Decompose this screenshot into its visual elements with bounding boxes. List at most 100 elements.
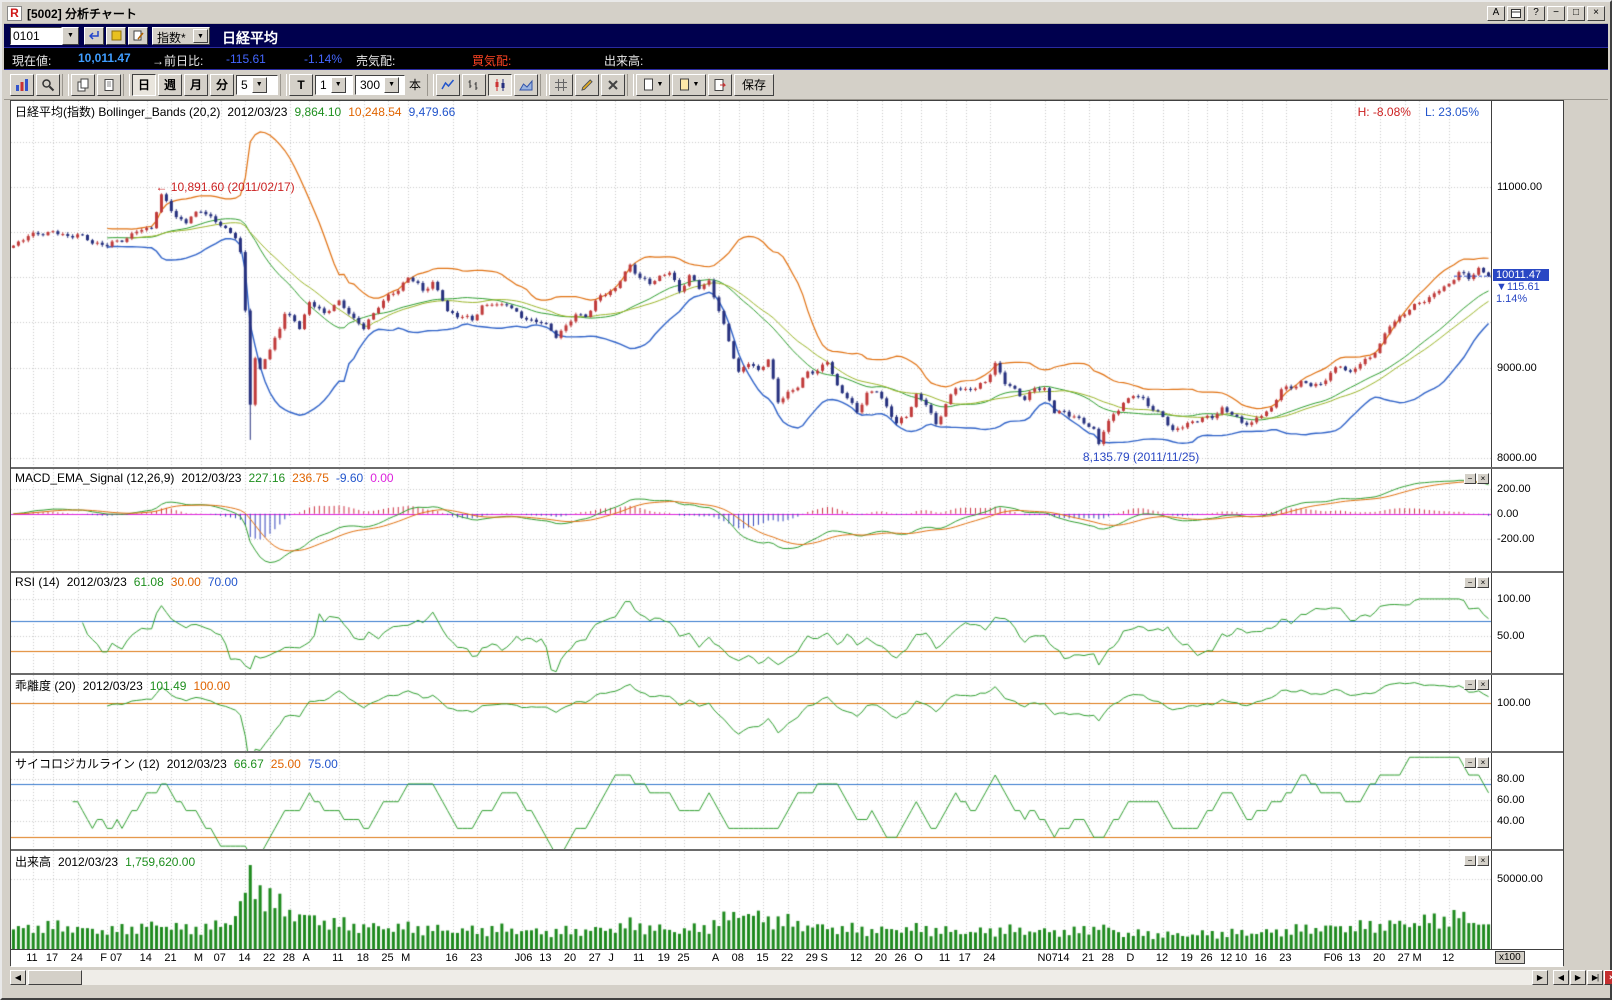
- erase-drawing-button[interactable]: [601, 74, 625, 96]
- macd-panel: MACD_EMA_Signal (12,26,9)2012/03/23227.1…: [11, 467, 1563, 571]
- panel-minimize-button[interactable]: −: [1464, 757, 1476, 768]
- x-axis-label: 10: [1235, 952, 1247, 964]
- low-annotation: 8,135.79 (2011/11/25): [1083, 450, 1199, 464]
- x-axis-label: 13: [539, 952, 551, 964]
- volume-chart-canvas[interactable]: [11, 851, 1492, 949]
- instrument-type-select[interactable]: 指数* ▼: [152, 27, 210, 45]
- memo-button[interactable]: [128, 27, 148, 45]
- panel-close-button[interactable]: ×: [1477, 473, 1489, 484]
- close-button[interactable]: ×: [1587, 6, 1605, 21]
- panel-close-button[interactable]: ×: [1477, 757, 1489, 768]
- axis-tick-label: 80.00: [1497, 773, 1525, 785]
- x-axis-label: 29: [806, 952, 818, 964]
- toolbar-separator: [123, 74, 130, 96]
- bar-chart-type-button[interactable]: [462, 74, 486, 96]
- chevron-down-icon[interactable]: ▼: [252, 77, 267, 93]
- toolbar-separator: [627, 74, 634, 96]
- panel-controls: −×: [1463, 852, 1489, 866]
- help-button[interactable]: ?: [1527, 6, 1545, 21]
- indicator-menu-button[interactable]: ▼: [636, 74, 670, 96]
- x-axis-label: 26: [894, 952, 906, 964]
- capture-button[interactable]: [708, 74, 732, 96]
- period-minute-button[interactable]: 分: [210, 74, 234, 96]
- x-axis-label: 20: [875, 952, 887, 964]
- symbol-dropdown-button[interactable]: ▼: [62, 27, 79, 45]
- panel-close-button[interactable]: ×: [1477, 577, 1489, 588]
- x-axis-label: 14: [238, 952, 250, 964]
- step-back-button[interactable]: ◀: [1553, 970, 1569, 985]
- panel-minimize-button[interactable]: −: [1464, 577, 1476, 588]
- x-axis-label: F: [100, 952, 107, 964]
- titlebar-panel-button[interactable]: [1507, 6, 1525, 21]
- x-axis-label: 08: [732, 952, 744, 964]
- favorites-icon: [111, 30, 122, 41]
- zoom-button[interactable]: [36, 74, 60, 96]
- chart-settings-button[interactable]: [10, 74, 34, 96]
- panel-minimize-button[interactable]: −: [1464, 473, 1476, 484]
- deviation-panel-header: 乖離度 (20)2012/03/23101.49100.00: [15, 677, 237, 694]
- minute-interval-select[interactable]: 5 ▼: [236, 75, 278, 95]
- scrollbar-thumb[interactable]: [28, 970, 82, 985]
- chart-close-button[interactable]: ×: [1604, 970, 1612, 985]
- draw-line-button[interactable]: [575, 74, 599, 96]
- titlebar-a-button[interactable]: A: [1487, 6, 1505, 21]
- grid-toggle-button[interactable]: [549, 74, 573, 96]
- axis-tick-label: 8000.00: [1497, 452, 1537, 464]
- scroll-right-button[interactable]: ▶: [1532, 970, 1548, 985]
- psychological-value: 66.67: [234, 757, 264, 771]
- high-low-readout: H: -8.08%L: 23.05%: [1344, 105, 1479, 119]
- axis-tick-label: 11000.00: [1497, 181, 1542, 193]
- x-axis-label: 07: [214, 952, 226, 964]
- new-window-button[interactable]: [97, 74, 121, 96]
- period-month-button[interactable]: 月: [184, 74, 208, 96]
- template-menu-button[interactable]: ▼: [672, 74, 706, 96]
- rsi-panel: RSI (14)2012/03/2361.0830.0070.00 −× 100…: [11, 571, 1563, 673]
- deviation-base-value: 100.00: [193, 679, 230, 693]
- rsi-high-level: 70.00: [208, 575, 238, 589]
- chart-settings-icon: [15, 78, 29, 92]
- x-axis-label: 28: [283, 952, 295, 964]
- scrollbar-track[interactable]: [26, 970, 1532, 985]
- line-chart-type-button[interactable]: [436, 74, 460, 96]
- chevron-down-icon[interactable]: ▼: [384, 77, 399, 93]
- scroll-left-button[interactable]: ◀: [10, 970, 26, 985]
- x-axis-label: 15: [756, 952, 768, 964]
- minimize-button[interactable]: −: [1547, 6, 1565, 21]
- volume-value: 1,759,620.00: [125, 855, 195, 869]
- symbol-go-button[interactable]: [84, 27, 104, 45]
- period-week-button[interactable]: 週: [158, 74, 182, 96]
- edit-page-icon: [133, 30, 144, 41]
- copy-chart-button[interactable]: [71, 74, 95, 96]
- axis-tick-label: 0.00: [1497, 508, 1518, 520]
- panel-minimize-button[interactable]: −: [1464, 855, 1476, 866]
- area-chart-type-button[interactable]: [514, 74, 538, 96]
- save-button[interactable]: 保存: [734, 74, 774, 96]
- tick-button[interactable]: T: [289, 74, 313, 96]
- rsi-low-level: 30.00: [171, 575, 201, 589]
- psychological-panel-title: サイコロジカルライン (12): [15, 757, 160, 771]
- macd-axis: 200.000.00-200.00: [1493, 469, 1563, 571]
- step-forward-button[interactable]: ▶: [1570, 970, 1586, 985]
- osc-value: -9.60: [336, 471, 363, 485]
- axis-tick-label: 100.00: [1497, 593, 1531, 605]
- x-axis-label: F06: [1324, 952, 1343, 964]
- panel-close-button[interactable]: ×: [1477, 855, 1489, 866]
- panel-close-button[interactable]: ×: [1477, 679, 1489, 690]
- chevron-down-icon[interactable]: ▼: [193, 29, 208, 43]
- period-day-button[interactable]: 日: [132, 74, 156, 96]
- bar-count-select[interactable]: 300 ▼: [355, 75, 405, 95]
- tick-interval-select[interactable]: 1 ▼: [315, 75, 353, 95]
- symbol-input[interactable]: [10, 27, 62, 45]
- x-axis-label: 25: [677, 952, 689, 964]
- jump-latest-button[interactable]: ▶|: [1587, 970, 1603, 985]
- rsi-panel-date: 2012/03/23: [67, 575, 127, 589]
- panel-minimize-button[interactable]: −: [1464, 679, 1476, 690]
- x-axis-label: 19: [1181, 952, 1193, 964]
- candle-chart-type-button[interactable]: [488, 74, 512, 96]
- x-axis-label: M: [1412, 952, 1421, 964]
- maximize-button[interactable]: □: [1567, 6, 1585, 21]
- chevron-down-icon[interactable]: ▼: [331, 77, 346, 93]
- axis-tick-label: 50.00: [1497, 630, 1525, 642]
- favorites-button[interactable]: [106, 27, 126, 45]
- main-chart-canvas[interactable]: [11, 101, 1492, 467]
